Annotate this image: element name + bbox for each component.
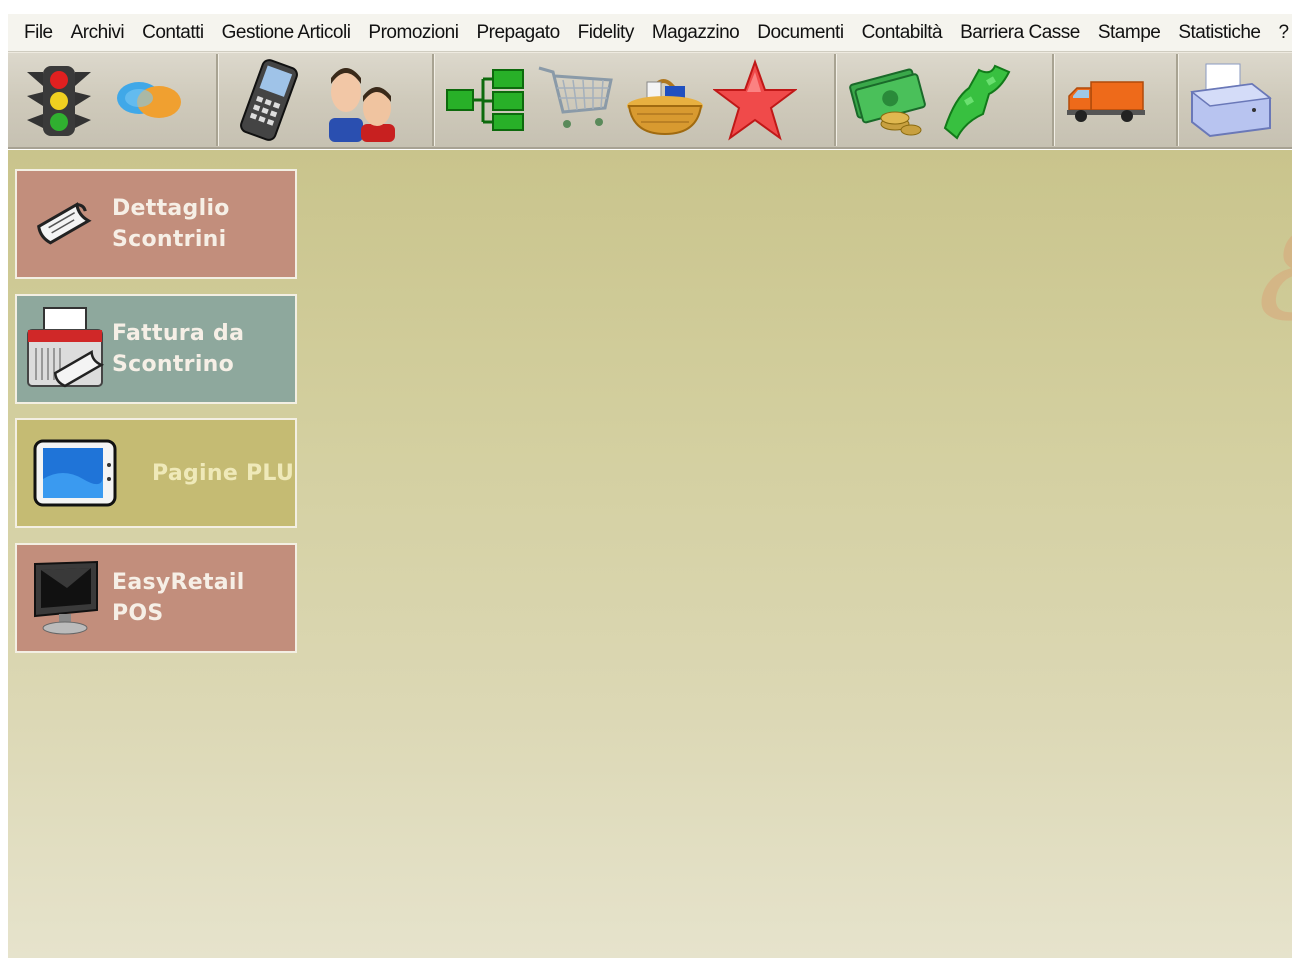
hierarchy-icon <box>446 69 524 131</box>
menu-help[interactable]: ? <box>1269 22 1292 44</box>
menu-contabilita[interactable]: Contabiltà <box>853 22 952 44</box>
printer-icon <box>1190 63 1272 138</box>
toolbar-group-3 <box>434 54 836 146</box>
toolbar-group-4 <box>836 54 1054 146</box>
app-window: File Archivi Contatti Gestione Articoli … <box>0 0 1303 958</box>
tile-fattura-da-scontrino[interactable]: Fattura da Scontrino <box>15 294 297 404</box>
delivery-button[interactable] <box>1060 57 1150 143</box>
tile-label: EasyRetail POS <box>112 570 245 626</box>
delivery-truck-icon <box>1067 81 1145 122</box>
mobile-phone-button[interactable] <box>224 57 314 143</box>
basket-icon <box>627 79 703 136</box>
toolbar <box>8 52 1292 149</box>
menu-file[interactable]: File <box>8 22 62 44</box>
invoice-printer-icon <box>17 296 112 402</box>
tile-label: Fattura da Scontrino <box>112 321 245 377</box>
menu-barriera-casse[interactable]: Barriera Casse <box>951 22 1089 44</box>
toolbar-group-5 <box>1054 54 1178 146</box>
mobile-phone-icon <box>240 59 298 141</box>
menu-stampe[interactable]: Stampe <box>1089 22 1169 44</box>
receipt-icon <box>17 171 112 277</box>
menu-gestione-articoli[interactable]: Gestione Articoli <box>213 22 360 44</box>
menu-documenti[interactable]: Documenti <box>748 22 852 44</box>
promotions-star-button[interactable] <box>710 57 800 143</box>
menu-fidelity[interactable]: Fidelity <box>569 22 643 44</box>
menu-promozioni[interactable]: Promozioni <box>359 22 467 44</box>
menu-prepagato[interactable]: Prepagato <box>467 22 568 44</box>
chat-bubbles-icon <box>117 82 181 118</box>
tile-pagine-plu[interactable]: Pagine PLU <box>15 418 297 528</box>
people-icon <box>329 68 395 142</box>
shopping-cart-button[interactable] <box>530 57 620 143</box>
brand-watermark: ℰ <box>1249 205 1292 346</box>
menu-contatti[interactable]: Contatti <box>133 22 212 44</box>
star-icon <box>713 59 797 141</box>
contacts-button[interactable] <box>314 57 404 143</box>
money-button[interactable] <box>842 57 932 143</box>
tile-label: Pagine PLU <box>152 460 295 486</box>
tile-dettaglio-scontrini[interactable]: Dettaglio Scontrini <box>15 169 297 279</box>
traffic-light-icon <box>27 66 91 136</box>
tile-label: Dettaglio Scontrini <box>112 196 230 252</box>
products-basket-button[interactable] <box>620 57 710 143</box>
toolbar-group-1 <box>8 54 218 146</box>
money-coins-icon <box>849 68 926 136</box>
menu-magazzino[interactable]: Magazzino <box>643 22 748 44</box>
print-button[interactable] <box>1184 57 1274 143</box>
chat-button[interactable] <box>104 57 194 143</box>
categories-button[interactable] <box>440 57 530 143</box>
workspace: ℰ Dettaglio Scontrini <box>8 150 1292 958</box>
tile-easyretail-pos[interactable]: EasyRetail POS <box>15 543 297 653</box>
traffic-light-button[interactable] <box>14 57 104 143</box>
menu-bar: File Archivi Contatti Gestione Articoli … <box>8 14 1292 52</box>
menu-archivi[interactable]: Archivi <box>62 22 134 44</box>
cash-flow-icon <box>943 64 1011 140</box>
toolbar-group-6 <box>1178 54 1286 146</box>
tablet-icon <box>17 420 132 526</box>
cash-flow-button[interactable] <box>932 57 1022 143</box>
shopping-cart-icon <box>538 66 613 128</box>
toolbar-group-2 <box>218 54 434 146</box>
monitor-icon <box>17 545 112 651</box>
menu-statistiche[interactable]: Statistiche <box>1169 22 1269 44</box>
